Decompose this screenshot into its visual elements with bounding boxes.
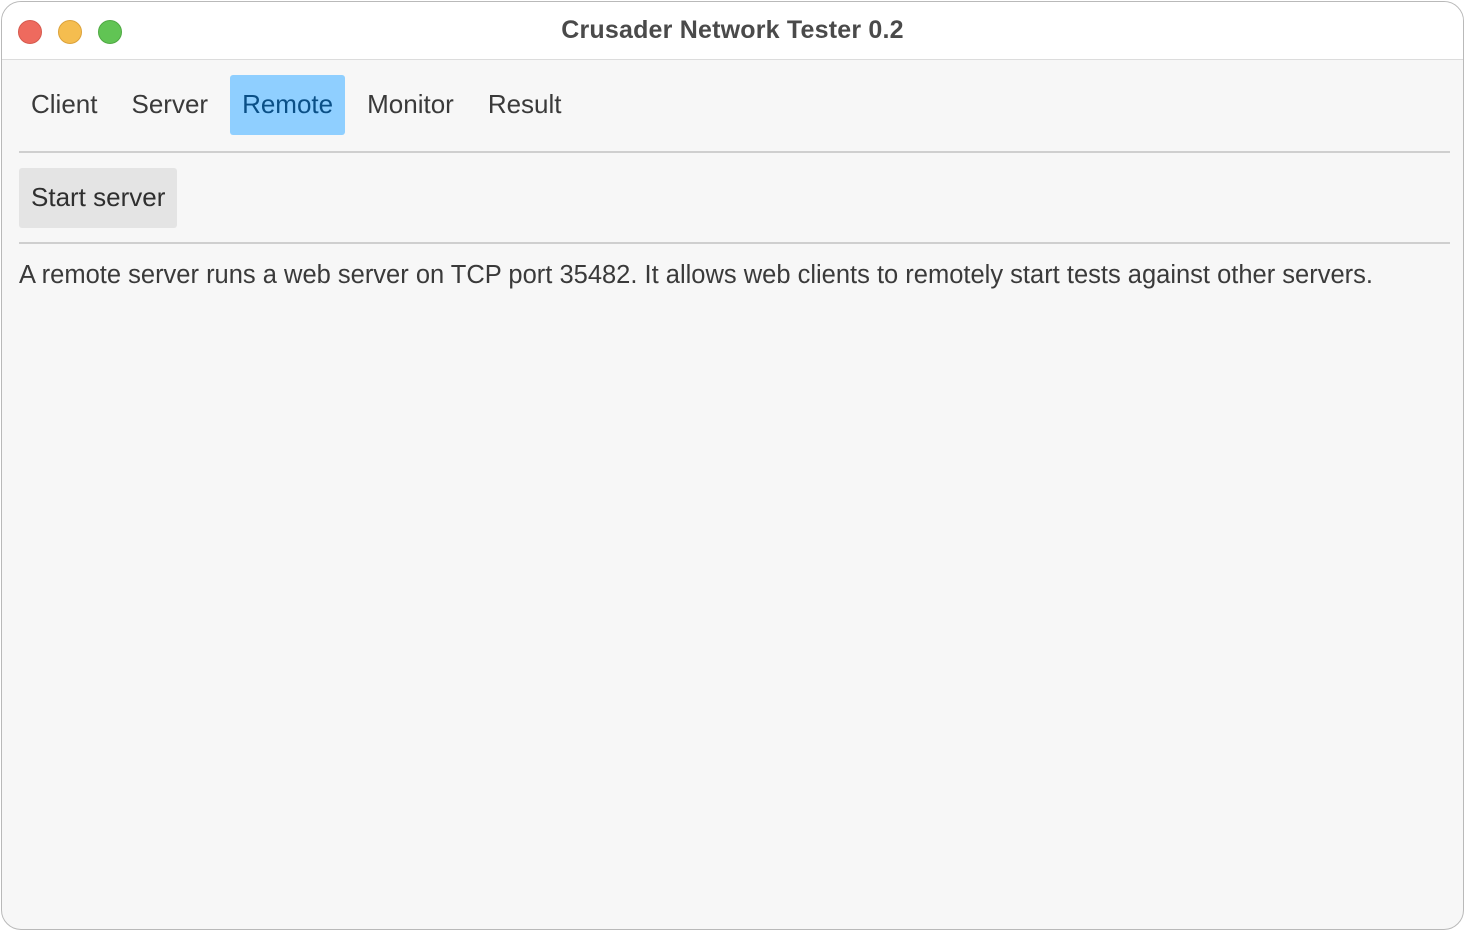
app-window: Crusader Network Tester 0.2 Client Serve… [1, 1, 1464, 930]
tab-client[interactable]: Client [19, 75, 109, 135]
remote-description: A remote server runs a web server on TCP… [19, 261, 1373, 289]
window-title: Crusader Network Tester 0.2 [561, 16, 904, 44]
tab-divider [19, 151, 1450, 153]
title-bar: Crusader Network Tester 0.2 [2, 2, 1463, 60]
tab-bar: Client Server Remote Monitor Result [19, 75, 584, 135]
start-server-button[interactable]: Start server [19, 168, 178, 228]
tab-monitor[interactable]: Monitor [355, 75, 466, 135]
tab-remote[interactable]: Remote [230, 75, 346, 135]
toolbar-divider [19, 242, 1450, 244]
tab-result[interactable]: Result [476, 75, 574, 135]
tab-server[interactable]: Server [119, 75, 220, 135]
